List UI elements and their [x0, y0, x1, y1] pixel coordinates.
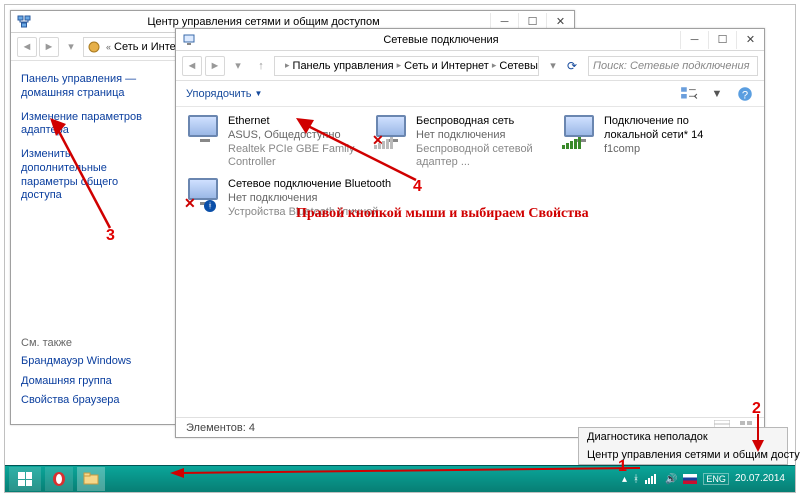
- connection-name: Беспроводная сеть: [416, 115, 552, 129]
- back-button[interactable]: ◄: [17, 37, 37, 57]
- toolbar: Упорядочить ▼ ▼ ?: [176, 81, 764, 107]
- system-tray: ▴ ᚼ 🔊 ENG 20.07.2014: [622, 472, 791, 487]
- breadcrumb[interactable]: ▸ Панель управления ▸ Сеть и Интернет ▸ …: [274, 56, 539, 76]
- crumb[interactable]: Сетевые подключения: [499, 60, 539, 72]
- connection-ethernet[interactable]: Ethernet ASUS, Общедоступно Realtek PCIe…: [186, 115, 364, 170]
- dropdown-button[interactable]: ▾: [542, 59, 564, 72]
- tray-bluetooth-icon[interactable]: ᚼ: [633, 474, 639, 485]
- history-dropdown[interactable]: ▾: [228, 56, 248, 76]
- link-change-adapter-settings[interactable]: Изменение параметров адаптера: [21, 111, 156, 139]
- up-button[interactable]: ↑: [251, 56, 271, 76]
- link-windows-firewall[interactable]: Брандмауэр Windows: [21, 355, 156, 369]
- tray-network-icon[interactable]: [645, 472, 659, 487]
- local-area-icon: [562, 115, 598, 149]
- connection-name: Подключение по локальной сети* 14: [604, 115, 740, 143]
- connections-icon: [182, 33, 196, 47]
- tray-context-menu: Диагностика неполадок Центр управления с…: [578, 427, 788, 465]
- link-homegroup[interactable]: Домашняя группа: [21, 375, 156, 389]
- back-button[interactable]: ◄: [182, 56, 202, 76]
- chevron-down-icon: ▼: [254, 89, 262, 98]
- tray-flag-icon[interactable]: [683, 474, 697, 484]
- view-options-button[interactable]: [680, 86, 698, 102]
- see-also-label: См. также: [21, 337, 156, 349]
- crumb[interactable]: Панель управления: [293, 60, 394, 72]
- taskbar-item-explorer[interactable]: [77, 467, 105, 491]
- ethernet-icon: [186, 115, 222, 149]
- tray-up-icon[interactable]: ▴: [622, 474, 627, 485]
- forward-button[interactable]: ►: [39, 37, 59, 57]
- menu-item-network-center[interactable]: Центр управления сетями и общим доступом: [579, 446, 787, 464]
- history-dropdown[interactable]: ▾: [61, 37, 81, 57]
- bluetooth-icon: ✕ ᚼ: [186, 178, 222, 212]
- connection-status: ASUS, Общедоступно: [228, 129, 364, 143]
- taskbar[interactable]: ▴ ᚼ 🔊 ENG 20.07.2014: [5, 465, 795, 492]
- content-area[interactable]: Ethernet ASUS, Общедоступно Realtek PCIe…: [176, 107, 764, 417]
- search-input[interactable]: Поиск: Сетевые подключения: [588, 56, 758, 76]
- tray-language[interactable]: ENG: [703, 473, 729, 485]
- window-title: Сетевые подключения: [202, 34, 680, 46]
- side-panel: Панель управления — домашняя страница Из…: [11, 63, 166, 424]
- link-internet-options[interactable]: Свойства браузера: [21, 394, 156, 408]
- connection-bluetooth[interactable]: ✕ ᚼ Сетевое подключение Bluetooth Нет по…: [186, 178, 396, 219]
- item-count: Элементов: 4: [186, 422, 255, 434]
- connection-status: f1comp: [604, 143, 740, 157]
- organize-label: Упорядочить: [186, 88, 251, 100]
- search-placeholder: Поиск: Сетевые подключения: [593, 60, 750, 72]
- network-center-icon: [17, 15, 31, 29]
- connection-status: Нет подключения: [228, 192, 391, 206]
- see-also: См. также Брандмауэр Windows Домашняя гр…: [21, 337, 156, 414]
- connection-name: Ethernet: [228, 115, 364, 129]
- titlebar[interactable]: Сетевые подключения ─ ☐ ✕: [176, 29, 764, 51]
- crumb[interactable]: Сеть и Интернет: [404, 60, 489, 72]
- link-control-panel-home[interactable]: Панель управления — домашняя страница: [21, 73, 156, 101]
- close-button[interactable]: ✕: [736, 31, 764, 49]
- forward-button[interactable]: ►: [205, 56, 225, 76]
- start-button[interactable]: [9, 467, 41, 491]
- address-bar: ◄ ► ▾ ↑ ▸ Панель управления ▸ Сеть и Инт…: [176, 51, 764, 81]
- maximize-button[interactable]: ☐: [708, 31, 736, 49]
- connection-wifi[interactable]: ✕ Беспроводная сеть Нет подключения Бесп…: [374, 115, 552, 170]
- clock-date: 20.07.2014: [735, 474, 785, 484]
- svg-text:?: ?: [742, 89, 748, 101]
- help-button[interactable]: ?: [736, 86, 754, 102]
- connection-device: Realtek PCIe GBE Family Controller: [228, 143, 364, 171]
- connection-name: Сетевое подключение Bluetooth: [228, 178, 391, 192]
- tray-clock[interactable]: 20.07.2014: [735, 474, 785, 484]
- connection-status: Нет подключения: [416, 129, 552, 143]
- connection-device: Устройства Bluetooth (личной ...: [228, 206, 391, 220]
- tray-volume-icon[interactable]: 🔊: [665, 474, 677, 485]
- menu-item-diagnose[interactable]: Диагностика неполадок: [579, 428, 787, 446]
- wifi-icon: ✕: [374, 115, 410, 149]
- network-icon: [88, 41, 100, 53]
- link-advanced-sharing[interactable]: Изменить дополнительные параметры общего…: [21, 148, 156, 203]
- connection-device: Беспроводной сетевой адаптер ...: [416, 143, 552, 171]
- window-title: Центр управления сетями и общим доступом: [37, 16, 490, 28]
- window-network-connections: Сетевые подключения ─ ☐ ✕ ◄ ► ▾ ↑ ▸ Пане…: [175, 28, 765, 438]
- connection-local-area[interactable]: Подключение по локальной сети* 14 f1comp: [562, 115, 740, 170]
- view-dropdown[interactable]: ▼: [708, 86, 726, 102]
- taskbar-item-opera[interactable]: [45, 467, 73, 491]
- organize-button[interactable]: Упорядочить ▼: [186, 88, 262, 100]
- minimize-button[interactable]: ─: [680, 31, 708, 49]
- refresh-button[interactable]: ⟳: [567, 59, 585, 73]
